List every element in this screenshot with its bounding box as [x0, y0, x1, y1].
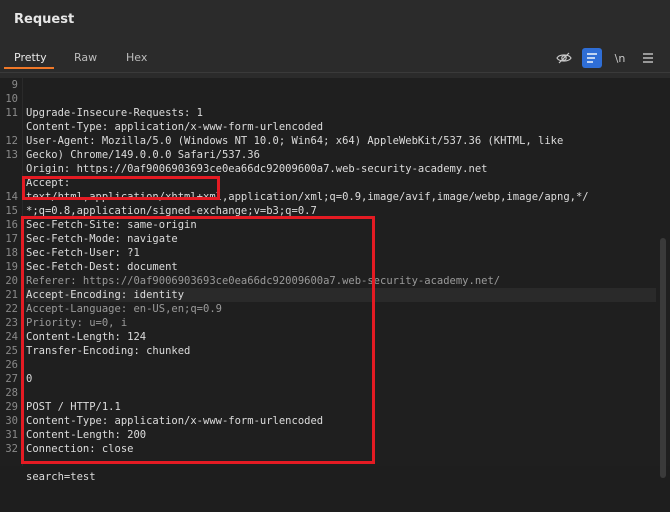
code-line[interactable]: Gecko) Chrome/149.0.0.0 Safari/537.36	[26, 148, 656, 162]
highlight-box-accept-encoding	[22, 176, 220, 200]
line-number: 10	[5, 93, 18, 105]
line-number: 31	[5, 429, 18, 441]
line-number: 20	[5, 275, 18, 287]
line-number: 19	[5, 261, 18, 273]
line-number: 22	[5, 303, 18, 315]
line-number: 27	[5, 373, 18, 385]
line-number: 16	[5, 219, 18, 231]
line-number: 17	[5, 233, 18, 245]
active-tab-underline	[4, 67, 54, 69]
vertical-scrollbar[interactable]	[660, 238, 666, 478]
editor-toolbar: \n	[554, 48, 658, 68]
line-number	[0, 176, 22, 190]
line-number-gutter: 9 10 11 12 13 14 15 16 17 18 19 20 21 22 23 24 25 26 27 28 2…	[0, 78, 23, 466]
line-number	[0, 120, 22, 134]
newline-toggle[interactable]: \n	[610, 48, 630, 68]
line-number: 11	[5, 107, 18, 119]
line-number: 30	[5, 415, 18, 427]
code-line[interactable]: Content-Type: application/x-www-form-url…	[26, 120, 656, 134]
line-number: 15	[5, 205, 18, 217]
panel-title: Request	[14, 12, 75, 27]
highlight-box-smuggled-request	[21, 216, 375, 464]
code-line[interactable]: search=test	[26, 470, 656, 484]
line-number: 28	[5, 387, 18, 399]
tab-divider	[0, 72, 670, 73]
tab-hex[interactable]: Hex	[126, 46, 147, 70]
line-number: 14	[5, 191, 18, 203]
hamburger-icon[interactable]	[638, 48, 658, 68]
code-line[interactable]: User-Agent: Mozilla/5.0 (Windows NT 10.0…	[26, 134, 656, 148]
request-panel: Request Pretty Raw Hex \n 9 10 11 12 13 …	[0, 0, 670, 483]
line-number: 18	[5, 247, 18, 259]
line-number: 26	[5, 359, 18, 371]
wrap-lines-icon[interactable]	[582, 48, 602, 68]
line-number: 9	[11, 79, 18, 91]
line-number	[0, 162, 22, 176]
code-line[interactable]: Origin: https://0af9006903693ce0ea66dc92…	[26, 162, 656, 176]
line-number: 12	[5, 135, 18, 147]
panel-header: Request	[0, 0, 670, 40]
line-number: 24	[5, 331, 18, 343]
tab-raw[interactable]: Raw	[74, 46, 97, 70]
line-number: 21	[5, 289, 18, 301]
line-number: 25	[5, 345, 18, 357]
eye-slash-icon[interactable]	[554, 48, 574, 68]
line-number: 23	[5, 317, 18, 329]
line-number: 29	[5, 401, 18, 413]
line-number: 13	[5, 149, 18, 161]
code-line[interactable]: Upgrade-Insecure-Requests: 1	[26, 106, 656, 120]
line-number: 32	[5, 443, 18, 455]
